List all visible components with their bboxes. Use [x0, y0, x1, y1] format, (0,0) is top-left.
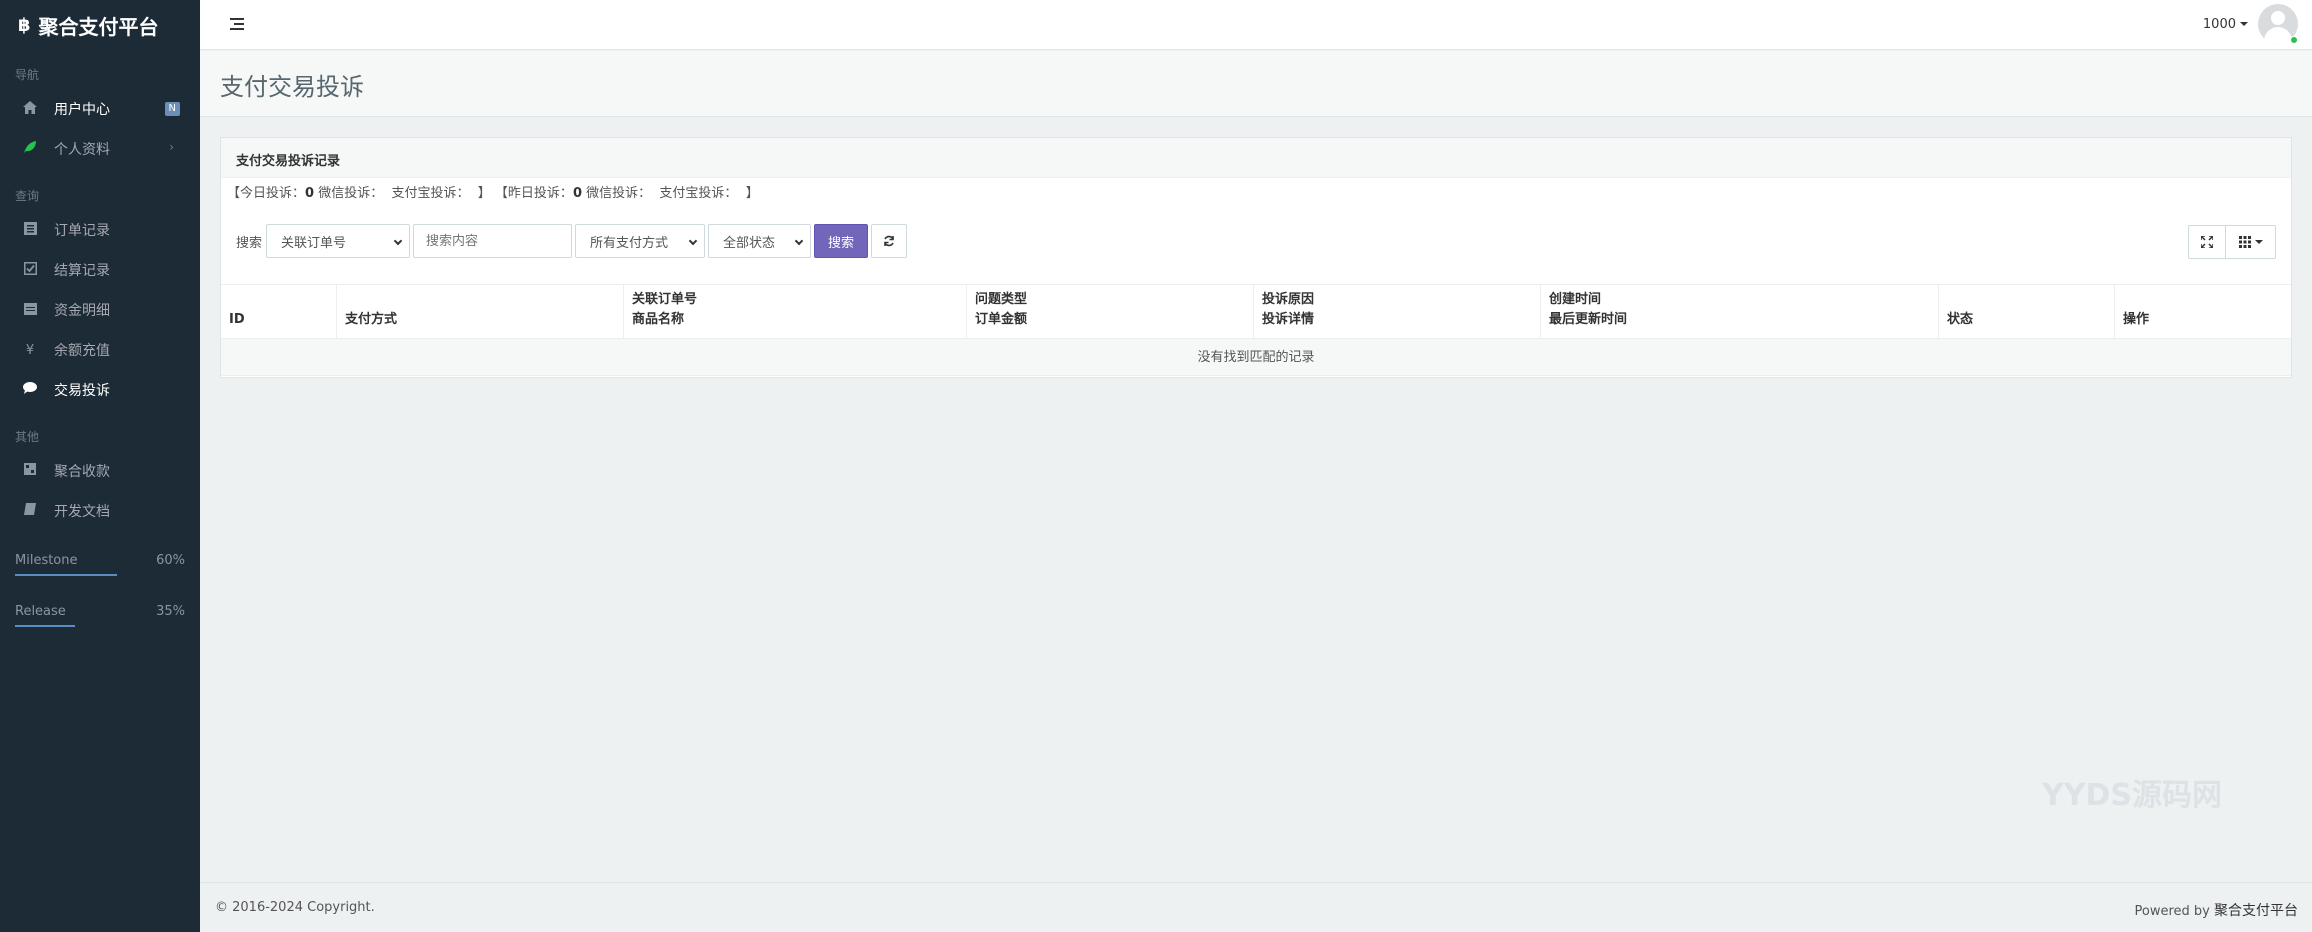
- chevron-down-icon: [794, 236, 804, 246]
- table-header: ID 支付方式 关联订单号 商品名称 问题类型 订单金额 投诉原因 投诉详情 创建时间…: [221, 284, 2291, 339]
- column-header-status[interactable]: 状态: [1939, 285, 2115, 338]
- pay-type-select[interactable]: 所有支付方式: [575, 224, 706, 258]
- chevron-right-icon: ›: [169, 140, 174, 154]
- grid-icon: [2238, 236, 2251, 248]
- column-header-problem[interactable]: 问题类型 订单金额: [967, 285, 1254, 338]
- sidebar-item-recharge[interactable]: ¥ 余额充值: [0, 330, 200, 370]
- user-menu[interactable]: 1000: [2203, 4, 2298, 44]
- status-select[interactable]: 全部状态: [708, 224, 812, 258]
- copyright: © 2016-2024 Copyright.: [215, 900, 375, 915]
- search-button[interactable]: 搜索: [814, 224, 869, 258]
- yen-icon: ¥: [25, 342, 35, 358]
- sidebar: ฿ 聚合支付平台 导航 用户中心 N 个人资料 › 查询 订单记录 结算记录 资…: [0, 0, 200, 932]
- progress-track: [15, 574, 185, 576]
- search-field-select[interactable]: 关联订单号: [266, 224, 411, 258]
- sidebar-item-funds[interactable]: 资金明细: [0, 290, 200, 330]
- menu-toggle-icon[interactable]: [230, 18, 244, 30]
- sidebar-item-profile[interactable]: 个人资料 ›: [0, 129, 200, 169]
- footer: © 2016-2024 Copyright. Powered by 聚合支付平台: [200, 882, 2312, 932]
- book-icon: [22, 503, 38, 519]
- column-header-order[interactable]: 关联订单号 商品名称: [624, 285, 967, 338]
- complaints-table: ID 支付方式 关联订单号 商品名称 问题类型 订单金额 投诉原因 投诉详情 创建时间…: [221, 284, 2291, 376]
- brand[interactable]: ฿ 聚合支付平台: [0, 0, 200, 50]
- powered-by: Powered by 聚合支付平台: [2134, 903, 2298, 919]
- fullscreen-icon: [2201, 236, 2213, 248]
- sidebar-item-label: 开发文档: [54, 504, 110, 520]
- sidebar-item-label: 资金明细: [54, 303, 110, 319]
- brand-name: 聚合支付平台: [38, 14, 159, 39]
- column-header-time[interactable]: 创建时间 最后更新时间: [1541, 285, 1939, 338]
- watermark: YYDS源码网: [2042, 778, 2222, 813]
- progress-value: 60%: [156, 553, 185, 568]
- columns-toggle-button[interactable]: [2226, 225, 2276, 259]
- caret-down-icon: [2254, 240, 2263, 244]
- progress-fill: [15, 625, 75, 627]
- progress-label: Release: [15, 604, 66, 619]
- empty-table-message: 没有找到匹配的记录: [221, 339, 2291, 376]
- qrcode-icon: [22, 463, 38, 479]
- progress-release: Release 35%: [0, 604, 200, 627]
- fullscreen-button[interactable]: [2188, 225, 2226, 259]
- complaint-stats: 【今日投诉：0 微信投诉： 支付宝投诉： 】 【昨日投诉：0 微信投诉： 支付宝…: [227, 186, 759, 201]
- nav-heading-query: 查询: [15, 189, 40, 203]
- nav-heading-navigation: 导航: [15, 68, 40, 82]
- page-title: 支付交易投诉: [220, 73, 364, 101]
- column-header-reason[interactable]: 投诉原因 投诉详情: [1254, 285, 1541, 338]
- comment-icon: [22, 382, 38, 398]
- complaints-panel: 支付交易投诉记录 【今日投诉：0 微信投诉： 支付宝投诉： 】 【昨日投诉：0 …: [220, 137, 2292, 378]
- column-header-id[interactable]: ID: [221, 285, 337, 338]
- list-icon: [22, 221, 38, 239]
- progress-value: 35%: [156, 604, 185, 619]
- progress-milestone: Milestone 60%: [0, 553, 200, 576]
- top-header: 1000: [200, 0, 2312, 50]
- sidebar-item-label: 个人资料: [54, 142, 110, 158]
- table-tools: [2188, 225, 2276, 259]
- search-input[interactable]: [413, 224, 573, 258]
- leaf-icon: [22, 140, 38, 158]
- search-toolbar: 搜索 关联订单号 所有支付方式 全部状态 搜索: [236, 224, 908, 258]
- chevron-down-icon: [393, 236, 403, 246]
- page-header: 支付交易投诉: [200, 51, 2312, 117]
- sidebar-item-label: 交易投诉: [54, 383, 110, 399]
- refresh-icon: [884, 235, 894, 247]
- chevron-down-icon: [688, 236, 698, 246]
- new-badge: N: [164, 102, 180, 116]
- powered-by-name[interactable]: 聚合支付平台: [2214, 903, 2298, 919]
- yesterday-count: 0: [572, 186, 582, 201]
- bitcoin-logo-icon: ฿: [18, 14, 31, 36]
- check-square-icon: [22, 261, 38, 279]
- home-icon: [22, 100, 38, 118]
- nav-heading-other: 其他: [15, 430, 40, 444]
- sidebar-item-label: 余额充值: [54, 343, 110, 359]
- sidebar-item-orders[interactable]: 订单记录: [0, 210, 200, 250]
- progress-track: [15, 625, 185, 627]
- refresh-button[interactable]: [871, 224, 908, 258]
- sidebar-item-label: 聚合收款: [54, 464, 110, 480]
- today-count: 0: [305, 186, 315, 201]
- sidebar-item-complaints[interactable]: 交易投诉: [0, 370, 200, 410]
- sidebar-item-docs[interactable]: 开发文档: [0, 491, 200, 531]
- progress-fill: [15, 574, 117, 576]
- sidebar-item-label: 订单记录: [54, 223, 110, 239]
- caret-down-icon: [2240, 22, 2248, 26]
- calendar-icon: [22, 302, 38, 319]
- sidebar-item-label: 结算记录: [54, 263, 110, 279]
- online-status-dot: [2290, 36, 2298, 44]
- sidebar-item-user-center[interactable]: 用户中心 N: [0, 89, 200, 129]
- column-header-pay-type[interactable]: 支付方式: [337, 285, 624, 338]
- column-header-actions[interactable]: 操作: [2115, 285, 2291, 338]
- panel-title: 支付交易投诉记录: [221, 138, 2291, 178]
- progress-label: Milestone: [15, 553, 78, 568]
- sidebar-item-label: 用户中心: [54, 102, 110, 118]
- sidebar-item-settlements[interactable]: 结算记录: [0, 250, 200, 290]
- search-label: 搜索: [236, 235, 263, 251]
- sidebar-item-aggregate-payment[interactable]: 聚合收款: [0, 451, 200, 491]
- user-name[interactable]: 1000: [2203, 17, 2248, 32]
